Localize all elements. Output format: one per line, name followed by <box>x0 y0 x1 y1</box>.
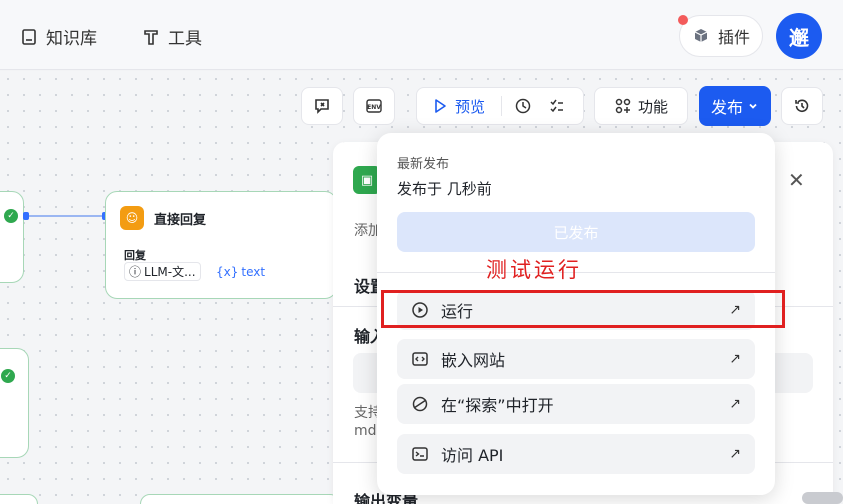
plugin-label: 插件 <box>717 28 750 47</box>
external-link-icon: ↗ <box>729 396 741 412</box>
tool-icon <box>144 29 158 45</box>
latest-publish-label: 最新发布 <box>397 157 450 172</box>
menu-item-embed[interactable]: 嵌入网站 ↗ <box>397 339 755 379</box>
external-link-icon: ↗ <box>729 351 741 367</box>
checklist-button[interactable] <box>301 87 343 125</box>
notification-dot <box>678 15 688 25</box>
info-icon: ⓘ <box>129 265 142 279</box>
menu-item-explore-label: 在“探索”中打开 <box>441 396 554 415</box>
terminal-icon <box>412 447 428 461</box>
scrollbar[interactable] <box>802 492 843 504</box>
menu-item-explore[interactable]: 在“探索”中打开 ↗ <box>397 384 755 424</box>
comment-x-icon <box>315 99 329 114</box>
published-time: 发布于 几秒前 <box>397 180 492 198</box>
workflow-node-lower[interactable] <box>140 494 340 504</box>
grid-plus-icon <box>615 98 631 114</box>
workflow-node-left-top[interactable]: ✓ <box>0 191 24 283</box>
publish-label: 发布 <box>710 98 743 117</box>
plugin-button[interactable]: 插件 <box>679 15 763 57</box>
llm-variable-tag: ⓘ LLM-文... <box>124 262 201 281</box>
explore-icon <box>412 396 428 412</box>
llm-tag-label: LLM-文... <box>144 265 196 279</box>
annotation-highlight-box <box>381 290 785 328</box>
menu-item-api-label: 访问 API <box>441 446 504 465</box>
workflow-edge <box>26 215 106 217</box>
menu-item-api[interactable]: 访问 API ↗ <box>397 434 755 474</box>
book-icon <box>22 28 36 45</box>
divider <box>501 96 503 116</box>
text-variable-label: text <box>241 264 266 279</box>
workflow-node-left-bottom[interactable]: ✓ <box>0 348 29 458</box>
version-history-button[interactable] <box>781 87 823 125</box>
preview-button[interactable]: 预览 <box>431 96 485 117</box>
play-icon <box>435 99 446 113</box>
preview-group: 预览 <box>416 87 584 125</box>
workflow-node-left-lower[interactable] <box>0 494 38 504</box>
chevron-down-icon <box>749 103 757 109</box>
published-button: 已发布 <box>397 212 755 252</box>
embed-icon <box>412 352 428 366</box>
reply-node-header: ☺ 直接回复 <box>120 206 206 230</box>
text-variable-tag: {x} text <box>212 262 270 281</box>
nav-knowledge-label: 知识库 <box>46 29 97 49</box>
direct-reply-node[interactable]: ☺ 直接回复 回复 ⓘ LLM-文... {x} text <box>105 191 337 299</box>
feature-label: 功能 <box>637 97 668 116</box>
nav-tools[interactable]: 工具 <box>142 24 202 49</box>
success-check-icon: ✓ <box>1 369 15 383</box>
top-bar: 知识库 工具 插件 邂 <box>0 0 843 70</box>
avatar[interactable]: 邂 <box>776 13 822 59</box>
publish-button[interactable]: 发布 <box>699 86 771 126</box>
reply-icon: ☺ <box>120 206 144 230</box>
reply-field-label: 回复 <box>124 249 146 262</box>
checklist-icon[interactable] <box>548 97 566 115</box>
env-button[interactable]: ENV <box>353 87 395 125</box>
feature-button[interactable]: 功能 <box>594 87 688 125</box>
variable-icon: {x} <box>216 264 239 279</box>
nav-tools-label: 工具 <box>168 29 202 49</box>
run-history-icon[interactable] <box>514 97 532 115</box>
close-icon[interactable]: ✕ <box>788 168 805 192</box>
md-text: md <box>354 423 377 439</box>
nav-knowledge[interactable]: 知识库 <box>20 24 97 49</box>
cube-icon <box>694 29 708 42</box>
annotation-label: 测试运行 <box>486 258 582 282</box>
history-icon <box>795 99 809 113</box>
external-link-icon: ↗ <box>729 446 741 462</box>
preview-label: 预览 <box>455 97 486 116</box>
success-check-icon: ✓ <box>4 209 18 223</box>
reply-node-title: 直接回复 <box>154 212 207 228</box>
env-icon: ENV <box>366 99 382 113</box>
svg-text:ENV: ENV <box>367 104 381 111</box>
menu-item-embed-label: 嵌入网站 <box>441 351 506 370</box>
output-port[interactable] <box>23 212 29 220</box>
